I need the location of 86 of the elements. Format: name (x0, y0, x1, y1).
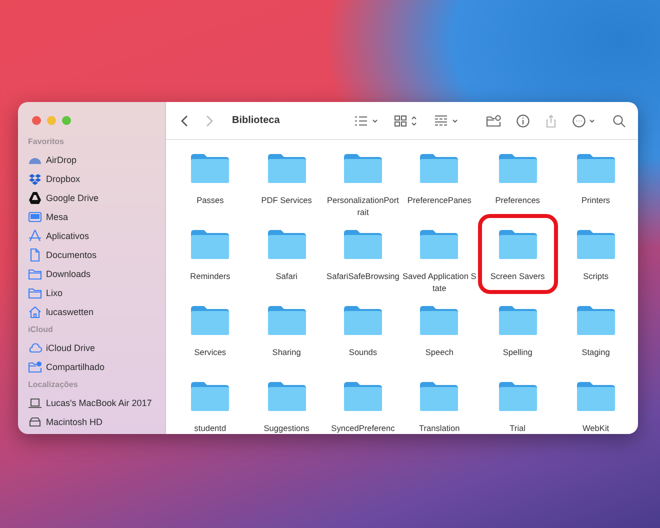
folder-icon[interactable] (190, 228, 230, 260)
share-icon[interactable] (544, 114, 558, 128)
section-heading: Localizações (28, 380, 79, 389)
folder-name[interactable]: Printers (558, 194, 633, 206)
folder-name[interactable]: Services (173, 346, 248, 358)
document-icon (28, 248, 42, 262)
desktop-icon (28, 210, 42, 224)
sidebar-item[interactable]: Aplicativos (28, 226, 165, 245)
folder-name[interactable]: Reminders (173, 270, 248, 282)
folder-icon[interactable] (342, 152, 383, 184)
folder-icon[interactable] (498, 380, 538, 412)
folder-icon[interactable] (266, 228, 307, 260)
folder-icon[interactable] (576, 380, 616, 412)
sidebar-item[interactable]: Lixo (28, 283, 165, 302)
sidebar-item[interactable]: lucaswetten (28, 302, 165, 321)
folder-icon (28, 286, 42, 300)
new-folder-icon[interactable] (486, 114, 502, 128)
back-icon[interactable] (180, 114, 190, 128)
folder-icon[interactable] (498, 152, 538, 184)
folder-icon[interactable] (190, 304, 230, 336)
folder-icon[interactable] (419, 152, 460, 184)
folder-name[interactable]: Sharing (250, 346, 324, 358)
sidebar-item[interactable]: Documentos (28, 245, 165, 264)
cloud-icon (28, 340, 42, 354)
folder-name[interactable]: PDF Services (250, 194, 324, 206)
forward-icon[interactable] (204, 114, 214, 128)
folder-name[interactable]: Speech (402, 346, 476, 358)
list-view-icon[interactable] (354, 114, 380, 128)
folder-icon[interactable] (419, 304, 460, 336)
folder-icon[interactable] (419, 380, 460, 412)
folder-icon[interactable] (190, 152, 230, 184)
folder-name[interactable]: SyncedPreferenc (326, 422, 400, 434)
folder-name[interactable]: Screen Savers (482, 270, 553, 282)
window-title: Biblioteca (232, 115, 280, 126)
group-icon[interactable] (434, 114, 460, 128)
laptop-icon (28, 396, 42, 410)
folder-name[interactable]: Suggestions (250, 422, 324, 434)
folder-name[interactable]: Saved Application State (402, 270, 476, 294)
sidebar-item[interactable]: Dropbox (28, 169, 165, 188)
folder-name[interactable]: Translation (402, 422, 476, 434)
folder-icon[interactable] (498, 228, 538, 260)
folder-icon[interactable] (266, 304, 307, 336)
sidebar-item[interactable]: AirDrop (28, 150, 165, 169)
folder-name[interactable]: Safari (250, 270, 324, 282)
folder-icon[interactable] (576, 152, 616, 184)
section-heading: iCloud (28, 325, 54, 334)
folder-name[interactable]: Staging (558, 346, 633, 358)
folder-name[interactable]: studentd (173, 422, 248, 434)
folder-name[interactable]: Sounds (326, 346, 400, 358)
folder-icon[interactable] (342, 304, 383, 336)
sidebar-item[interactable]: Lucas's MacBook Air 2017 (28, 393, 165, 412)
sidebar-item[interactable]: Compartilhado (28, 357, 165, 376)
folder-name[interactable]: WebKit (558, 422, 633, 434)
search-icon[interactable] (612, 114, 626, 128)
folder-icon[interactable] (266, 152, 307, 184)
zoom-button[interactable] (62, 116, 71, 125)
sidebar-item[interactable]: Google Drive (28, 188, 165, 207)
folder-icon[interactable] (342, 228, 383, 260)
folder-icon[interactable] (498, 304, 538, 336)
folder-name[interactable]: Passes (173, 194, 248, 206)
shared-folder-icon (28, 360, 42, 374)
house-icon (28, 304, 42, 318)
section-heading: Favoritos (28, 137, 66, 146)
sidebar-item[interactable]: Downloads (28, 264, 165, 283)
dropbox-icon (28, 172, 42, 186)
info-icon[interactable] (516, 114, 530, 128)
sidebar-item[interactable]: iCloud Drive (28, 338, 165, 357)
folder-icon[interactable] (266, 380, 307, 412)
apps-icon (28, 228, 42, 242)
drive-icon (28, 190, 42, 204)
sidebar-item[interactable]: Mesa (28, 207, 165, 226)
folder-icon[interactable] (576, 228, 616, 260)
folder-icon[interactable] (342, 380, 383, 412)
folder-name[interactable]: Trial (480, 422, 555, 434)
folder-name[interactable]: SafariSafeBrowsing (326, 270, 400, 282)
sidebar-item[interactable]: Macintosh HD (28, 412, 165, 431)
folder-name[interactable]: PreferencePanes (402, 194, 476, 206)
folder-icon (28, 266, 42, 280)
folder-icon[interactable] (576, 304, 616, 336)
folder-name[interactable]: Preferences (480, 194, 555, 206)
folder-icon[interactable] (419, 228, 460, 260)
folder-name[interactable]: PersonalizationPortrait (326, 194, 400, 218)
close-button[interactable] (32, 116, 41, 125)
folder-icon[interactable] (190, 380, 230, 412)
folder-name[interactable]: Scripts (558, 270, 633, 282)
folder-name[interactable]: Spelling (480, 346, 555, 358)
